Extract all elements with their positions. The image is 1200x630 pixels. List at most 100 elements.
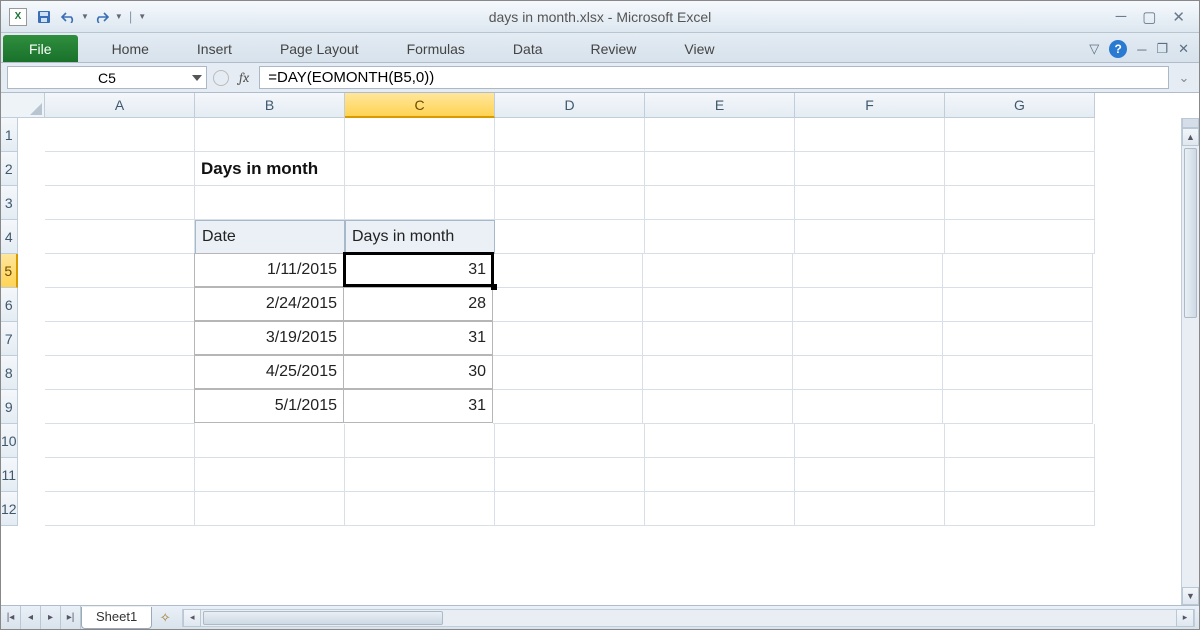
cell-G10[interactable] <box>945 424 1095 458</box>
fx-circle-icon[interactable] <box>213 70 229 86</box>
row-header-3[interactable]: 3 <box>1 186 18 220</box>
qat-customize-icon[interactable]: ▼ <box>138 12 146 21</box>
cell-F5[interactable] <box>793 254 943 288</box>
cell-D4[interactable] <box>495 220 645 254</box>
cell-B4[interactable]: Date <box>195 220 345 254</box>
cell-D2[interactable] <box>495 152 645 186</box>
cell-C11[interactable] <box>345 458 495 492</box>
row-header-10[interactable]: 10 <box>1 424 18 458</box>
cell-C6[interactable]: 28 <box>343 287 493 321</box>
row-header-7[interactable]: 7 <box>1 322 18 356</box>
cell-C9[interactable]: 31 <box>343 389 493 423</box>
undo-dropdown-icon[interactable]: ▼ <box>81 12 89 21</box>
doc-restore-button[interactable]: ❐ <box>1156 41 1168 57</box>
sheet-tab-1[interactable]: Sheet1 <box>81 607 152 629</box>
help-icon[interactable]: ? <box>1109 40 1127 58</box>
col-header-E[interactable]: E <box>645 93 795 118</box>
cell-D7[interactable] <box>493 322 643 356</box>
tab-home[interactable]: Home <box>88 35 173 62</box>
close-button[interactable]: ✕ <box>1172 8 1185 26</box>
col-header-C[interactable]: C <box>345 93 495 118</box>
cell-F12[interactable] <box>795 492 945 526</box>
cell-E6[interactable] <box>643 288 793 322</box>
col-header-G[interactable]: G <box>945 93 1095 118</box>
fx-icon[interactable]: fx <box>235 69 253 86</box>
cell-C5[interactable]: 31 <box>343 253 493 287</box>
cell-B1[interactable] <box>195 118 345 152</box>
cell-A6[interactable] <box>45 288 195 322</box>
row-header-11[interactable]: 11 <box>1 458 18 492</box>
cell-F11[interactable] <box>795 458 945 492</box>
sheet-nav-prev-icon[interactable]: ◂ <box>21 606 41 629</box>
minimize-button[interactable]: ─ <box>1116 8 1127 26</box>
cell-B3[interactable] <box>195 186 345 220</box>
cell-E11[interactable] <box>645 458 795 492</box>
scroll-down-button[interactable]: ▼ <box>1182 587 1199 605</box>
tab-formulas[interactable]: Formulas <box>383 35 489 62</box>
redo-button[interactable] <box>91 6 113 28</box>
cell-E1[interactable] <box>645 118 795 152</box>
formula-expand-icon[interactable]: ⌄ <box>1175 70 1193 86</box>
cell-F6[interactable] <box>793 288 943 322</box>
cell-C3[interactable] <box>345 186 495 220</box>
cell-A7[interactable] <box>45 322 195 356</box>
cell-F7[interactable] <box>793 322 943 356</box>
cell-A9[interactable] <box>45 390 195 424</box>
cell-A11[interactable] <box>45 458 195 492</box>
cell-G5[interactable] <box>943 254 1093 288</box>
cell-D3[interactable] <box>495 186 645 220</box>
cell-B5[interactable]: 1/11/2015 <box>194 253 344 287</box>
name-box[interactable]: C5 <box>7 66 207 89</box>
cell-F10[interactable] <box>795 424 945 458</box>
cell-D11[interactable] <box>495 458 645 492</box>
cell-B8[interactable]: 4/25/2015 <box>194 355 344 389</box>
row-header-6[interactable]: 6 <box>1 288 18 322</box>
cell-D8[interactable] <box>493 356 643 390</box>
cell-E3[interactable] <box>645 186 795 220</box>
cell-D6[interactable] <box>493 288 643 322</box>
cell-A3[interactable] <box>45 186 195 220</box>
cell-B7[interactable]: 3/19/2015 <box>194 321 344 355</box>
undo-button[interactable] <box>57 6 79 28</box>
ribbon-minimize-icon[interactable]: ▽ <box>1089 41 1099 57</box>
new-sheet-button[interactable]: ✧ <box>152 606 178 629</box>
cell-C10[interactable] <box>345 424 495 458</box>
cell-A8[interactable] <box>45 356 195 390</box>
cell-D10[interactable] <box>495 424 645 458</box>
row-header-8[interactable]: 8 <box>1 356 18 390</box>
col-header-D[interactable]: D <box>495 93 645 118</box>
doc-minimize-button[interactable]: ─ <box>1137 42 1146 57</box>
cell-B10[interactable] <box>195 424 345 458</box>
cell-D12[interactable] <box>495 492 645 526</box>
tab-view[interactable]: View <box>660 35 738 62</box>
cell-C1[interactable] <box>345 118 495 152</box>
cell-E4[interactable] <box>645 220 795 254</box>
cell-G1[interactable] <box>945 118 1095 152</box>
split-box-v[interactable] <box>1182 118 1199 128</box>
tab-data[interactable]: Data <box>489 35 567 62</box>
cell-A12[interactable] <box>45 492 195 526</box>
cell-D5[interactable] <box>493 254 643 288</box>
save-button[interactable] <box>33 6 55 28</box>
cell-G7[interactable] <box>943 322 1093 356</box>
cell-C12[interactable] <box>345 492 495 526</box>
col-header-B[interactable]: B <box>195 93 345 118</box>
col-header-A[interactable]: A <box>45 93 195 118</box>
sheet-nav-next-icon[interactable]: ▸ <box>41 606 61 629</box>
cell-G6[interactable] <box>943 288 1093 322</box>
cell-C2[interactable] <box>345 152 495 186</box>
redo-dropdown-icon[interactable]: ▼ <box>115 12 123 21</box>
cell-A2[interactable] <box>45 152 195 186</box>
cell-C8[interactable]: 30 <box>343 355 493 389</box>
cell-G2[interactable] <box>945 152 1095 186</box>
cell-A4[interactable] <box>45 220 195 254</box>
vertical-scroll-thumb[interactable] <box>1184 148 1197 318</box>
horizontal-scroll-thumb[interactable] <box>203 611 443 625</box>
cell-E7[interactable] <box>643 322 793 356</box>
row-header-4[interactable]: 4 <box>1 220 18 254</box>
row-header-12[interactable]: 12 <box>1 492 18 526</box>
cell-A1[interactable] <box>45 118 195 152</box>
cell-B11[interactable] <box>195 458 345 492</box>
cell-F8[interactable] <box>793 356 943 390</box>
cell-F2[interactable] <box>795 152 945 186</box>
